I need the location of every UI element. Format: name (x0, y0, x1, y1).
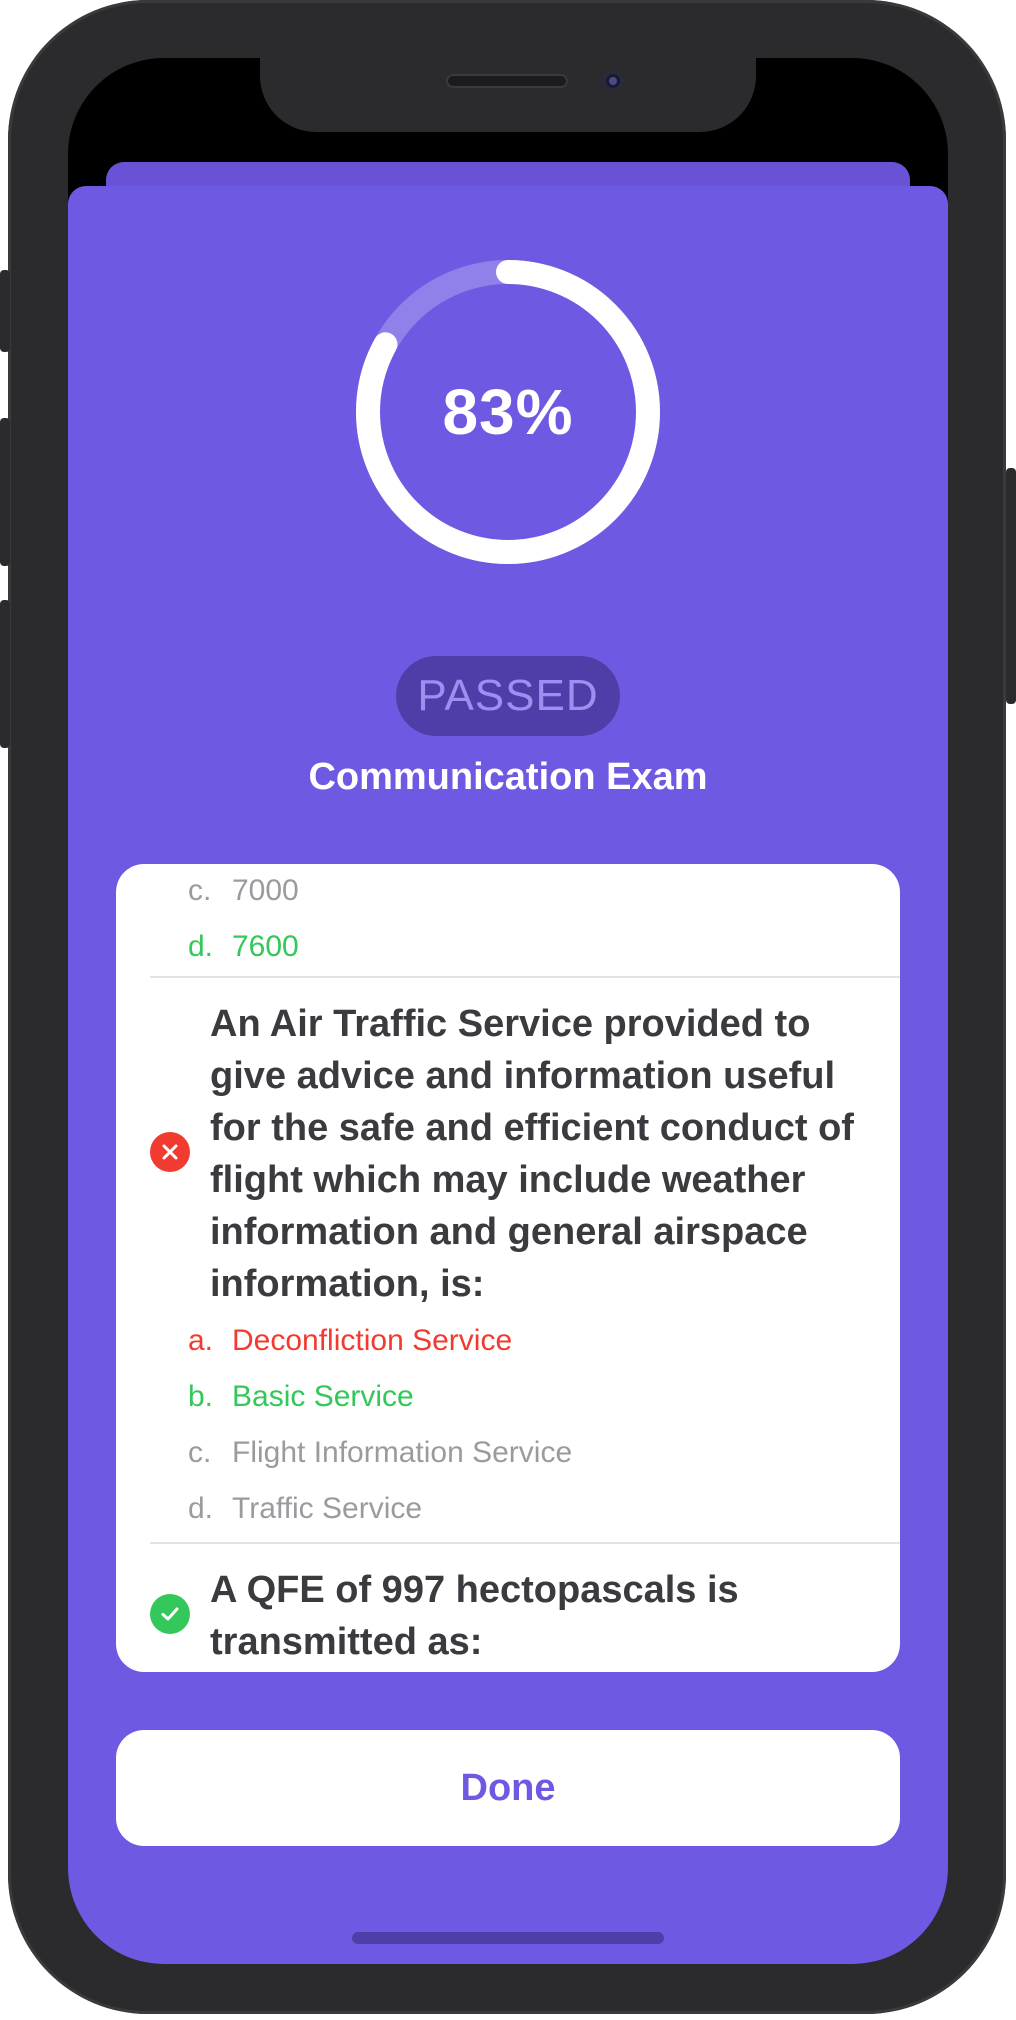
volume-down-button (0, 600, 10, 748)
answer-option-selected-wrong: a. Deconfliction Service (188, 1324, 512, 1358)
question-text: An Air Traffic Service provided to give … (210, 1003, 854, 1305)
answer-option-correct: d. 7600 (188, 930, 299, 964)
answer-option: d. Traffic Service (188, 1492, 422, 1526)
answer-review-list[interactable]: c. 7000 d. 7600 An Air Traffic Service pro… (116, 864, 900, 1672)
done-button[interactable]: Done (116, 1730, 900, 1846)
option-text: Flight Information Service (232, 1436, 573, 1469)
status-badge: PASSED (396, 656, 620, 736)
x-mark-glyph (162, 1144, 178, 1160)
question-text: A QFE of 997 hectopascals is transmitted… (210, 1569, 739, 1663)
option-text: Basic Service (232, 1380, 414, 1413)
divider (150, 1542, 900, 1544)
option-text: Deconfliction Service (232, 1324, 513, 1357)
volume-up-button (0, 418, 10, 566)
option-letter: c. (188, 874, 212, 907)
answer-option: c. 7000 (188, 874, 299, 908)
option-letter: d. (188, 1492, 214, 1525)
option-letter: d. (188, 930, 214, 963)
score-percent: 83% (442, 376, 574, 448)
option-letter: b. (188, 1380, 214, 1413)
home-indicator[interactable] (352, 1932, 664, 1944)
mute-switch (0, 270, 10, 352)
checkmark-icon (150, 1594, 190, 1634)
power-button (1006, 468, 1016, 704)
x-mark-icon (150, 1132, 190, 1172)
option-text: Traffic Service (232, 1492, 423, 1525)
front-camera (602, 70, 624, 92)
option-letter: c. (188, 1436, 212, 1469)
exam-title: Communication Exam (308, 756, 708, 798)
divider (150, 976, 900, 978)
speaker-grille (446, 74, 568, 88)
option-text: 7600 (232, 930, 299, 963)
answer-option: c. Flight Information Service (188, 1436, 572, 1470)
checkmark-glyph (161, 1607, 179, 1621)
option-text: 7000 (232, 874, 299, 907)
option-letter: a. (188, 1324, 214, 1357)
notch (260, 58, 756, 132)
answer-option-correct: b. Basic Service (188, 1380, 414, 1414)
